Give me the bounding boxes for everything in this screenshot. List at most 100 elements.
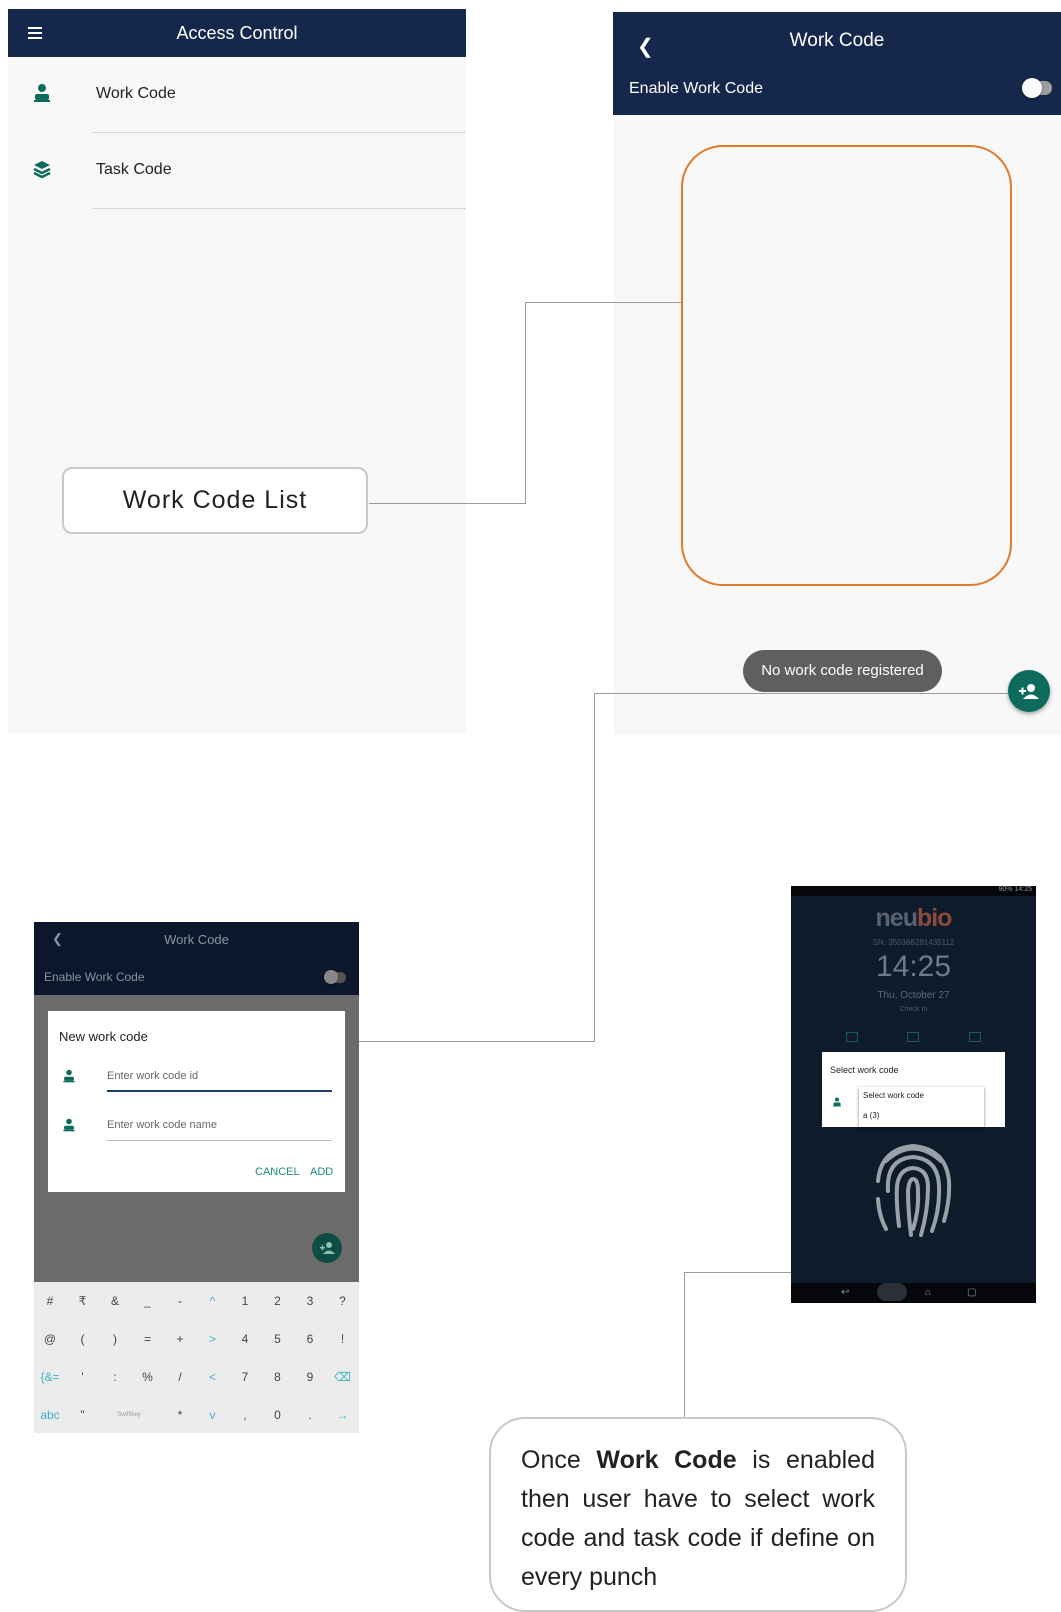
connector-line xyxy=(594,693,595,1041)
keyboard-key[interactable]: _ xyxy=(132,1282,164,1320)
keyboard-key[interactable]: ( xyxy=(67,1320,99,1358)
page-title: Work Code xyxy=(164,932,229,947)
fingerprint-icon xyxy=(876,1143,952,1237)
back-icon[interactable]: ↩ xyxy=(841,1287,849,1298)
app-bar: ❮ Work Code Enable Work Code xyxy=(613,12,1061,115)
keyboard-key[interactable]: / xyxy=(164,1358,196,1396)
add-work-code-button[interactable] xyxy=(312,1233,342,1263)
status-text: 90% 14:25 xyxy=(998,886,1032,893)
list-item-task-code[interactable]: Task Code xyxy=(8,133,466,209)
keyboard-key[interactable]: + xyxy=(164,1320,196,1358)
work-code-id-field[interactable]: Enter work code id xyxy=(107,1064,332,1092)
recent-apps-icon[interactable]: ▢ xyxy=(967,1287,976,1298)
work-code-list-highlight xyxy=(681,145,1012,586)
lock-icon[interactable] xyxy=(846,1032,858,1042)
keyboard-key[interactable]: → xyxy=(327,1396,359,1433)
keyboard-key[interactable]: 7 xyxy=(229,1358,261,1396)
app-bar-dimmed: ❮ Work Code Enable Work Code xyxy=(34,922,359,995)
person-badge-icon xyxy=(63,1069,75,1083)
enable-work-code-toggle[interactable] xyxy=(1022,78,1052,98)
person-badge-icon xyxy=(34,84,50,102)
keyboard-key[interactable]: . xyxy=(294,1396,326,1433)
keyboard-key[interactable]: 9 xyxy=(294,1358,326,1396)
work-code-id-placeholder: Enter work code id xyxy=(107,1070,199,1082)
keyboard-key[interactable]: abc xyxy=(34,1396,66,1433)
keyboard-key[interactable]: < xyxy=(197,1358,229,1396)
keyboard-key[interactable]: % xyxy=(132,1358,164,1396)
add-button[interactable]: ADD xyxy=(310,1166,333,1178)
note-text: Once xyxy=(521,1446,597,1474)
keyboard-key[interactable]: ? xyxy=(327,1282,359,1320)
keyboard-key[interactable]: ' xyxy=(67,1358,99,1396)
empty-state-toast: No work code registered xyxy=(743,650,942,692)
keyboard-key[interactable]: : xyxy=(99,1358,131,1396)
keyboard-key[interactable]: * xyxy=(164,1396,196,1433)
keyboard-key[interactable]: 3 xyxy=(294,1282,326,1320)
keyboard-key[interactable]: ) xyxy=(99,1320,131,1358)
keyboard-key[interactable]: 8 xyxy=(262,1358,294,1396)
keyboard-key[interactable]: 4 xyxy=(229,1320,261,1358)
dropdown-option[interactable]: a (3) xyxy=(863,1111,879,1120)
keyboard-key[interactable]: , xyxy=(229,1396,261,1433)
page-title: Work Code xyxy=(789,30,885,51)
access-control-screen: Access Control Work Code Task Code xyxy=(8,9,466,733)
work-code-list-callout: Work Code List xyxy=(62,467,368,534)
keyboard-key[interactable]: 5 xyxy=(262,1320,294,1358)
enable-work-code-label: Enable Work Code xyxy=(629,80,763,97)
home-icon[interactable]: ⌂ xyxy=(925,1287,931,1298)
connector-line xyxy=(525,302,681,303)
list-item-work-code[interactable]: Work Code xyxy=(8,57,466,133)
keyboard-key[interactable]: # xyxy=(34,1282,66,1320)
layers-icon xyxy=(33,161,51,179)
connector-line xyxy=(684,1272,685,1418)
connector-line xyxy=(594,693,1008,694)
check-in-label: Check In xyxy=(899,1006,928,1013)
card-icon[interactable] xyxy=(907,1032,919,1042)
dialog-title: New work code xyxy=(59,1029,148,1044)
instruction-callout: Once Work Code is enabled then user have… xyxy=(489,1417,907,1612)
screenshot-icon[interactable] xyxy=(877,1283,907,1301)
page-title: Access Control xyxy=(176,23,298,43)
dropdown-title: Select work code xyxy=(863,1091,924,1100)
new-work-code-screen: ❮ Work Code Enable Work Code New work co… xyxy=(34,922,359,1433)
keyboard-key[interactable]: @ xyxy=(34,1320,66,1358)
add-person-icon xyxy=(1019,684,1039,699)
keyboard-key[interactable]: 0 xyxy=(262,1396,294,1433)
keyboard-key[interactable]: ⌫ xyxy=(327,1358,359,1396)
keyboard-key[interactable]: & xyxy=(99,1282,131,1320)
divider xyxy=(93,208,466,209)
status-bar: 90% 14:25 xyxy=(791,886,1036,896)
work-code-dropdown[interactable]: Select work code a (3) xyxy=(859,1087,984,1127)
person-badge-icon xyxy=(63,1118,75,1132)
keyboard-key[interactable]: v xyxy=(197,1396,229,1433)
enable-work-code-toggle[interactable] xyxy=(324,970,346,984)
keyboard-key[interactable]: ^ xyxy=(197,1282,229,1320)
repeat-icon[interactable] xyxy=(969,1032,981,1042)
add-person-icon xyxy=(320,1242,335,1254)
logo-part: neu xyxy=(875,904,918,932)
keyboard-key[interactable]: ! xyxy=(327,1320,359,1358)
note-bold-text: Work Code xyxy=(596,1446,737,1474)
keyboard-key[interactable]: {&= xyxy=(34,1358,66,1396)
add-work-code-button[interactable] xyxy=(1008,670,1050,712)
keyboard-key[interactable]: - xyxy=(164,1282,196,1320)
app-bar: Access Control xyxy=(8,9,466,57)
connector-line xyxy=(525,302,526,504)
work-code-name-field[interactable]: Enter work code name xyxy=(107,1113,332,1141)
keyboard-key[interactable]: 1 xyxy=(229,1282,261,1320)
logo-part: bio xyxy=(916,904,952,932)
keyboard-key[interactable]: > xyxy=(197,1320,229,1358)
cancel-button[interactable]: CANCEL xyxy=(255,1166,300,1178)
keyboard-key[interactable]: 2 xyxy=(262,1282,294,1320)
clock-time: 14:25 xyxy=(875,950,952,983)
connector-line xyxy=(369,503,525,504)
keyboard-key[interactable]: = xyxy=(132,1320,164,1358)
keyboard-key[interactable]: 6 xyxy=(294,1320,326,1358)
serial-number: SN: 350368281435112 xyxy=(872,938,955,947)
keyboard-key[interactable]: ₹ xyxy=(67,1282,99,1320)
on-screen-keyboard: # ₹ & _ - ^ 1 2 3? @() = + >4 5 6! {&= ':% / <7 8 9 ⌫ abc " * v, 0… xyxy=(34,1282,359,1433)
keyboard-key[interactable]: " xyxy=(67,1396,99,1433)
brand-logo: neubio xyxy=(791,904,1036,933)
list-item-label: Task Code xyxy=(96,161,172,178)
list-item-label: Work Code xyxy=(96,85,176,102)
